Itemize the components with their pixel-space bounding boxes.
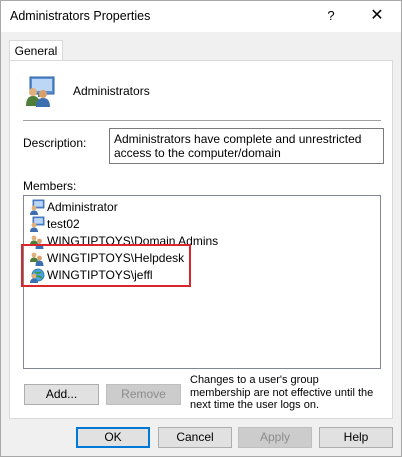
general-panel: Administrators Description: Administrato… [9,60,393,419]
list-item[interactable]: Administrator [29,198,118,215]
cancel-button[interactable]: Cancel [158,427,232,448]
divider [23,120,381,121]
members-label: Members: [23,179,77,193]
member-name: test02 [47,216,80,231]
list-item[interactable]: test02 [29,215,80,232]
membership-note: Changes to a user's group membership are… [190,374,374,411]
tab-strip: General [1,32,401,62]
remove-button[interactable]: Remove [106,384,181,405]
help-button[interactable]: Help [319,427,393,448]
add-button[interactable]: Add... [24,384,99,405]
properties-dialog: Administrators Properties ? ✕ General Ad… [0,0,402,457]
close-icon[interactable]: ✕ [361,5,393,27]
help-icon[interactable]: ? [315,5,347,27]
group-users-icon [26,76,55,107]
apply-button[interactable]: Apply [238,427,312,448]
dialog-title: Administrators Properties [10,9,151,23]
group-name: Administrators [73,84,150,98]
tab-general[interactable]: General [9,40,63,62]
description-label: Description: [23,136,87,150]
ok-button[interactable]: OK [76,427,150,448]
description-field[interactable]: Administrators have complete and unrestr… [109,128,384,164]
selection-highlight-box [21,244,191,287]
user-icon [30,199,45,215]
user-icon [30,216,45,232]
member-name: Administrator [47,199,118,214]
title-bar: Administrators Properties ? ✕ [1,1,401,32]
